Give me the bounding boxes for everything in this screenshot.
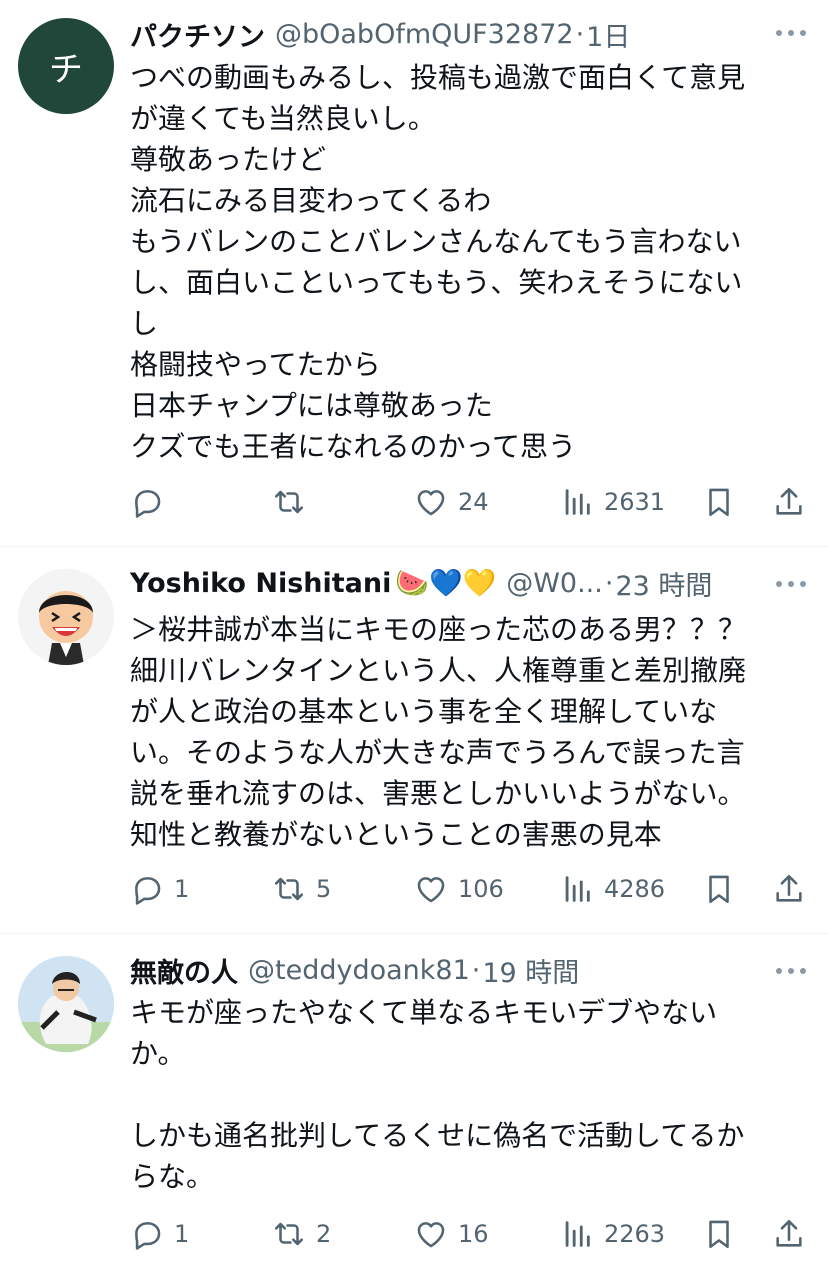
post-3[interactable]: 無敵の人 @teddydoank81 · 19 時間 キモが座ったやなくて単なる… — [0, 934, 828, 1268]
separator: · — [575, 18, 585, 50]
user-handle[interactable]: @W0... — [506, 568, 603, 599]
share-button[interactable] — [772, 480, 806, 524]
timestamp[interactable]: 19 時間 — [482, 951, 579, 990]
repost-button[interactable] — [272, 480, 316, 524]
bookmark-button[interactable] — [702, 867, 736, 911]
like-button[interactable]: 16 — [414, 1212, 489, 1256]
reply-button[interactable]: 1 — [130, 867, 189, 911]
reply-count: 1 — [174, 875, 190, 903]
timestamp[interactable]: 1日 — [586, 15, 630, 54]
action-bar: 1 5 106 4286 — [130, 867, 810, 911]
reply-icon — [130, 872, 164, 906]
views-icon — [560, 485, 594, 519]
action-bar: 1 2 16 2263 — [130, 1212, 810, 1256]
post-text: つべの動画もみるし、投稿も過激で面白くて意見 が違くても当然良いし。 尊敬あった… — [130, 61, 746, 463]
like-icon — [414, 872, 448, 906]
like-button[interactable]: 106 — [414, 867, 504, 911]
more-icon[interactable] — [776, 581, 806, 591]
share-icon — [772, 1217, 806, 1251]
user-handle[interactable]: @bOabOfmQUF32872 — [275, 19, 574, 50]
like-count: 106 — [458, 875, 504, 903]
repost-button[interactable]: 5 — [272, 867, 331, 911]
repost-icon — [272, 872, 306, 906]
views-icon — [560, 872, 594, 906]
post-header: パクチソン @bOabOfmQUF32872 · 1日 — [130, 14, 808, 54]
share-button[interactable] — [772, 867, 806, 911]
avatar[interactable] — [18, 956, 114, 1052]
reply-icon — [130, 1217, 164, 1251]
repost-count: 5 — [316, 875, 332, 903]
anime-character-avatar-icon — [18, 956, 114, 1052]
reply-icon — [130, 485, 164, 519]
user-handle[interactable]: @teddydoank81 — [248, 955, 470, 986]
post-text: キモが座ったやなくて単なるキモいデブやない か。 しかも通名批判してるくせに偽名… — [130, 996, 745, 1193]
more-icon[interactable] — [776, 968, 806, 978]
timestamp[interactable]: 23 時間 — [615, 564, 712, 603]
like-icon — [414, 1217, 448, 1251]
views-icon — [560, 1217, 594, 1251]
like-icon — [414, 485, 448, 519]
reply-button[interactable] — [130, 480, 174, 524]
separator: · — [604, 567, 614, 599]
share-icon — [772, 872, 806, 906]
avatar[interactable]: チ — [18, 18, 114, 114]
bookmark-icon — [702, 1217, 736, 1251]
views-count: 2263 — [604, 1220, 666, 1248]
bookmark-button[interactable] — [702, 480, 736, 524]
repost-button[interactable]: 2 — [272, 1212, 331, 1256]
views-button[interactable]: 2631 — [560, 480, 665, 524]
name-emoji: 🍉💙💛 — [395, 568, 497, 599]
share-button[interactable] — [772, 1212, 806, 1256]
views-button[interactable]: 2263 — [560, 1212, 665, 1256]
bookmark-icon — [702, 872, 736, 906]
post-header: 無敵の人 @teddydoank81 · 19 時間 — [130, 950, 808, 990]
action-bar: 24 2631 — [130, 480, 810, 524]
post-header: Yoshiko Nishitani 🍉💙💛 @W0... · 23 時間 — [130, 563, 808, 603]
repost-icon — [272, 1217, 306, 1251]
more-icon[interactable] — [776, 30, 806, 40]
reply-count: 1 — [174, 1220, 190, 1248]
like-count: 16 — [458, 1220, 489, 1248]
post-text: ＞桜井誠が本当にキモの座った芯のある男？？？ 細川バレンタインという人、人権尊重… — [130, 613, 747, 851]
cartoon-face-avatar-icon — [18, 569, 114, 665]
like-count: 24 — [458, 488, 489, 516]
post-1[interactable]: チ パクチソン @bOabOfmQUF32872 · 1日 つべの動画もみるし、… — [0, 0, 828, 546]
views-count: 4286 — [604, 875, 666, 903]
like-button[interactable]: 24 — [414, 480, 489, 524]
display-name[interactable]: 無敵の人 — [130, 951, 238, 990]
post-2[interactable]: Yoshiko Nishitani 🍉💙💛 @W0... · 23 時間 ＞桜井… — [0, 547, 828, 933]
avatar-letter: チ — [49, 49, 83, 90]
reply-button[interactable]: 1 — [130, 1212, 189, 1256]
avatar[interactable] — [18, 569, 114, 665]
share-icon — [772, 485, 806, 519]
bookmark-button[interactable] — [702, 1212, 736, 1256]
separator: · — [471, 954, 481, 986]
repost-count: 2 — [316, 1220, 332, 1248]
display-name[interactable]: パクチソン — [130, 15, 265, 54]
display-name[interactable]: Yoshiko Nishitani — [130, 568, 391, 599]
repost-icon — [272, 485, 306, 519]
views-button[interactable]: 4286 — [560, 867, 665, 911]
views-count: 2631 — [604, 488, 666, 516]
bookmark-icon — [702, 485, 736, 519]
